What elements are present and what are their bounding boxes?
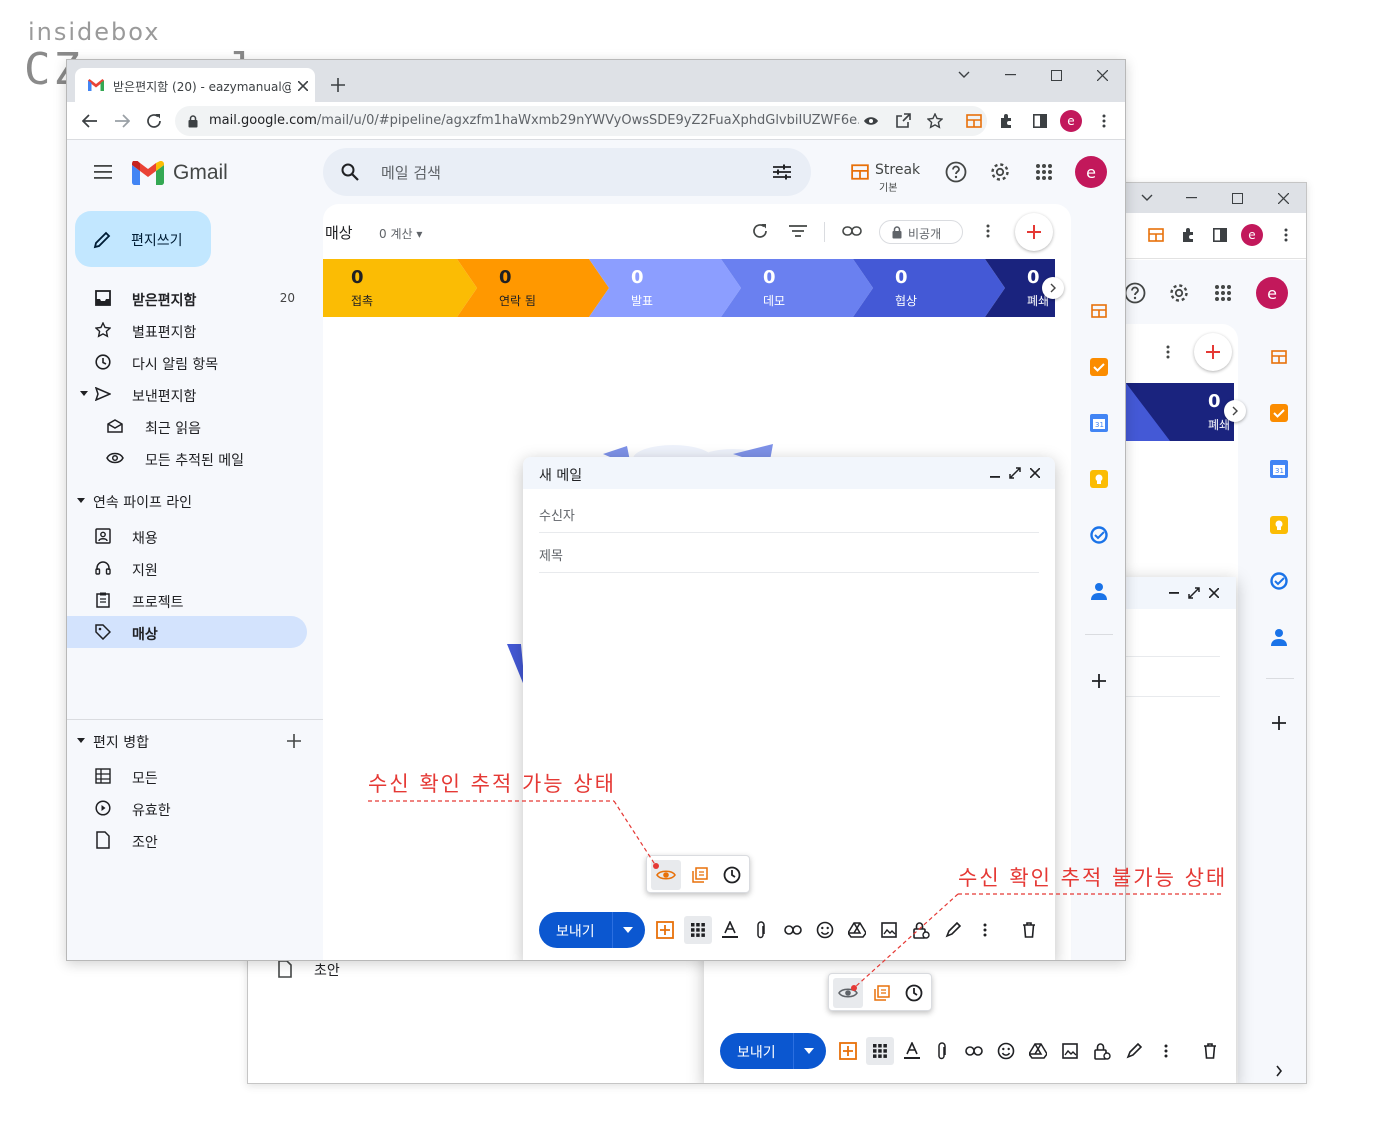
annotation-leader-lines [368,800,1224,991]
annotation-tracking-off: 수신 확인 추적 불가능 상태 [958,866,1228,890]
annotation-tracking-on: 수신 확인 추적 가능 상태 [368,772,616,796]
